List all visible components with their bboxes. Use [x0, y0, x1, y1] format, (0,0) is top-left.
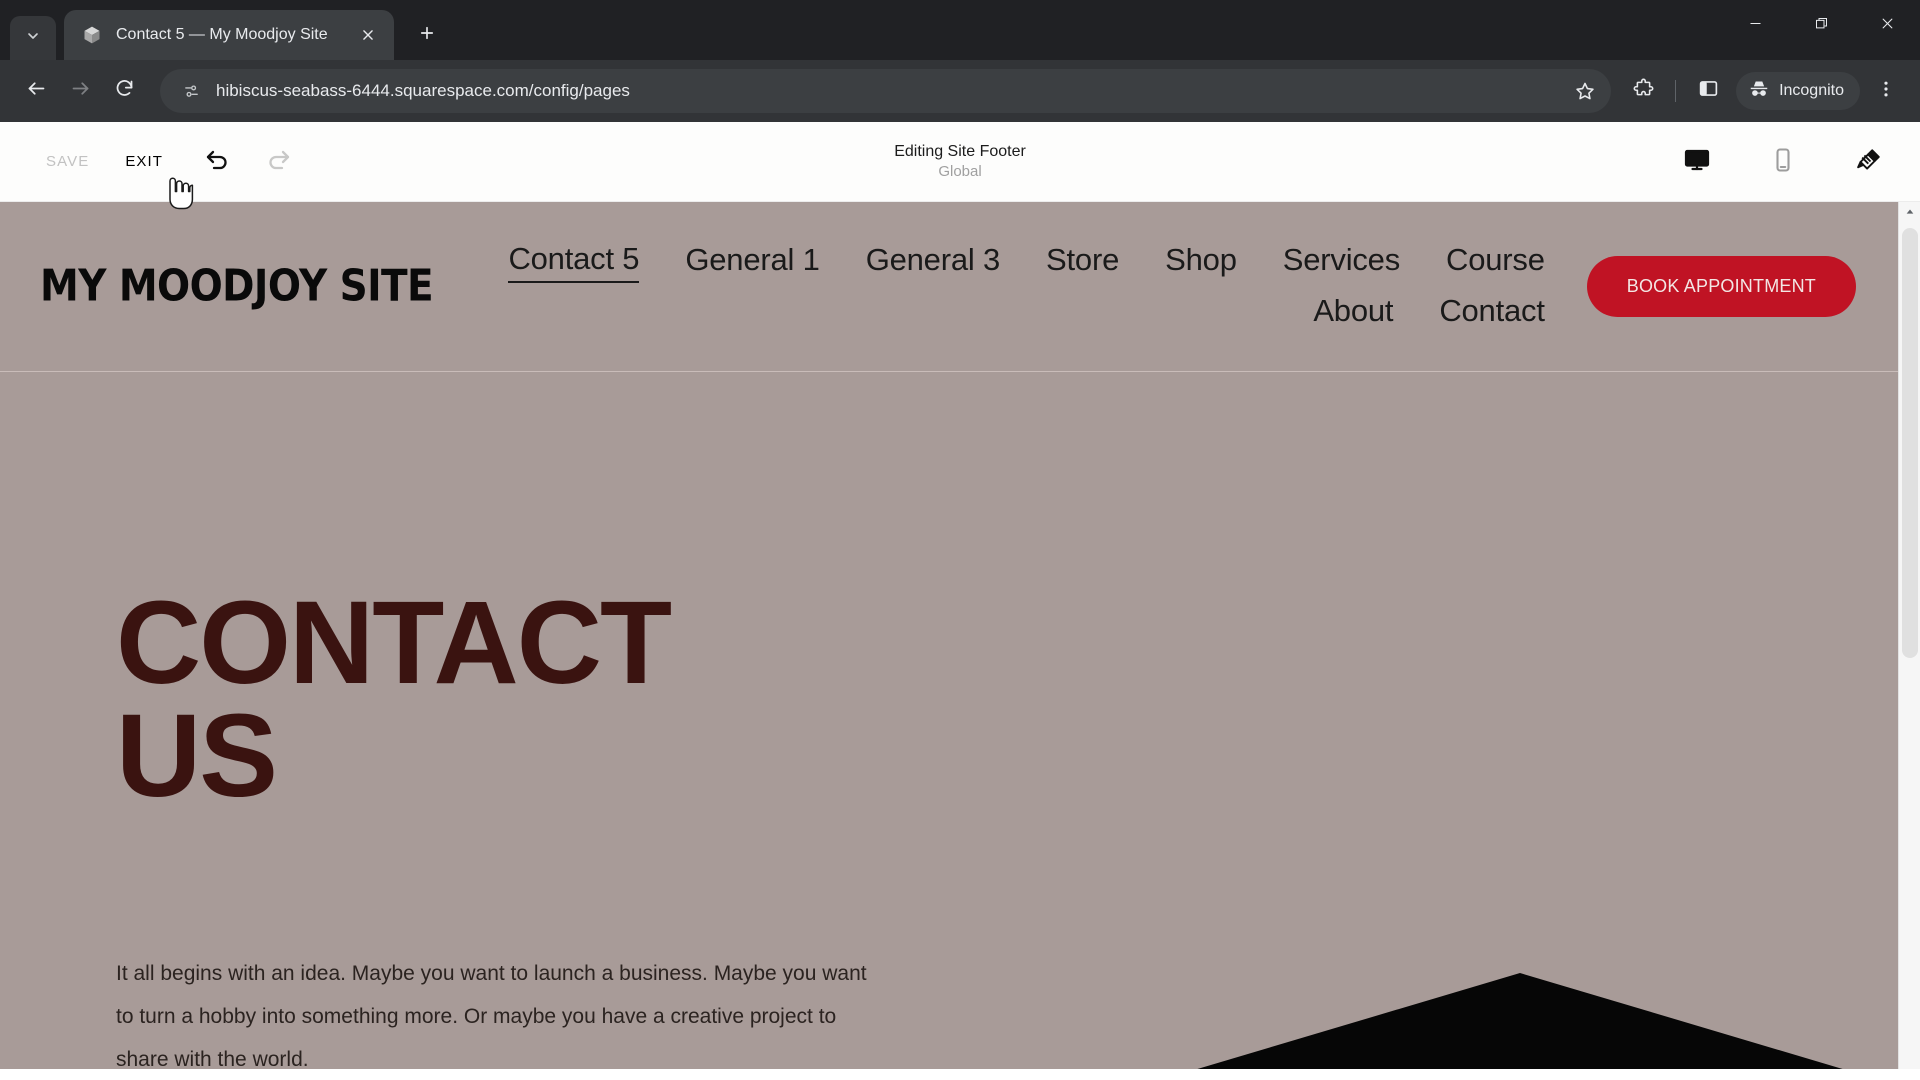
nav-item-general-1[interactable]: General 1 [685, 242, 820, 282]
hero-paragraph: It all begins with an idea. Maybe you wa… [116, 962, 867, 1069]
url-input[interactable] [216, 81, 1568, 101]
paintbrush-icon [1855, 146, 1883, 177]
browser-tab[interactable]: Contact 5 — My Moodjoy Site [64, 10, 394, 60]
page-title-line-2: US [116, 690, 278, 823]
undo-arrow-icon [204, 146, 232, 177]
nav-item-services[interactable]: Services [1283, 242, 1400, 282]
site-styles-button[interactable] [1846, 139, 1892, 185]
window-minimize-button[interactable] [1722, 0, 1788, 52]
reload-icon [114, 78, 135, 104]
address-bar[interactable] [160, 69, 1612, 113]
plus-icon [418, 24, 436, 47]
desktop-view-button[interactable] [1674, 139, 1720, 185]
site-body: CONTACT US It all begins with an idea. M… [0, 372, 1920, 1069]
redo-button[interactable] [255, 139, 301, 185]
page-scrollbar[interactable] [1898, 202, 1920, 1069]
ceiling-shape-right [1520, 973, 1856, 1069]
squarespace-editor-toolbar: SAVE EXIT Editing Site Footer Global [0, 122, 1920, 210]
reload-button[interactable] [102, 69, 146, 113]
side-panel-icon [1698, 78, 1719, 104]
incognito-profile-button[interactable]: Incognito [1736, 72, 1860, 110]
puzzle-piece-icon [1633, 78, 1654, 104]
mobile-view-button[interactable] [1760, 139, 1806, 185]
nav-item-general-3[interactable]: General 3 [866, 242, 1001, 282]
nav-item-course[interactable]: Course [1446, 242, 1545, 282]
window-controls [1722, 0, 1920, 52]
ceiling-shape-left [1184, 973, 1520, 1069]
maximize-restore-icon [1814, 16, 1829, 36]
arrow-right-icon [70, 78, 91, 104]
exit-button[interactable]: EXIT [107, 145, 181, 178]
three-dots-vertical-icon [1876, 79, 1896, 104]
site-header: MY MOODJOY SITE Contact 5 General 1 Gene… [0, 202, 1920, 372]
minimize-icon [1748, 16, 1763, 36]
arrow-left-icon [26, 78, 47, 104]
site-preview: MY MOODJOY SITE Contact 5 General 1 Gene… [0, 202, 1920, 1069]
extensions-button[interactable] [1621, 69, 1665, 113]
forward-button[interactable] [58, 69, 102, 113]
page-title: CONTACT US [116, 584, 672, 815]
nav-item-contact[interactable]: Contact [1439, 293, 1545, 333]
save-button[interactable]: SAVE [28, 145, 107, 178]
undo-button[interactable] [195, 139, 241, 185]
site-navigation: Contact 5 General 1 General 3 Store Shop… [433, 241, 1575, 333]
site-info-icon[interactable] [176, 76, 206, 106]
chrome-menu-button[interactable] [1866, 71, 1906, 111]
nav-item-store[interactable]: Store [1046, 242, 1119, 282]
editor-toolbar-left: SAVE EXIT [0, 139, 301, 185]
incognito-icon [1748, 78, 1779, 105]
window-maximize-button[interactable] [1788, 0, 1854, 52]
tab-strip: Contact 5 — My Moodjoy Site [0, 0, 1920, 60]
scrollbar-up-arrow[interactable] [1899, 202, 1920, 224]
chevron-up-icon [1905, 204, 1915, 222]
squarespace-cube-favicon [82, 25, 102, 45]
window-close-button[interactable] [1854, 0, 1920, 52]
desktop-monitor-icon [1683, 146, 1711, 177]
browser-window: Contact 5 — My Moodjoy Site hibiscus-sea… [0, 0, 1920, 122]
bookmark-star-icon[interactable] [1567, 73, 1603, 109]
new-tab-button[interactable] [408, 16, 446, 54]
tab-title: Contact 5 — My Moodjoy Site [116, 26, 328, 43]
redo-arrow-icon [264, 146, 292, 177]
mobile-phone-icon [1769, 146, 1797, 177]
book-appointment-button[interactable]: BOOK APPOINTMENT [1586, 256, 1856, 317]
nav-item-about[interactable]: About [1313, 293, 1393, 333]
site-logo[interactable]: MY MOODJOY SITE [40, 261, 434, 311]
page-title-line-1: CONTACT [116, 577, 672, 709]
nav-item-shop[interactable]: Shop [1165, 242, 1237, 282]
editing-scope: Global [938, 163, 982, 181]
back-button[interactable] [14, 69, 58, 113]
incognito-label: Incognito [1779, 82, 1844, 99]
toolbar-divider [1675, 80, 1677, 102]
scrollbar-thumb[interactable] [1902, 228, 1918, 658]
close-icon [1880, 16, 1895, 36]
browser-toolbar: Incognito [0, 60, 1920, 122]
hero-image [1184, 973, 1856, 1069]
chevron-down-icon [25, 28, 41, 49]
side-panel-button[interactable] [1686, 69, 1730, 113]
editor-toolbar-right [1674, 139, 1920, 185]
tab-close-icon[interactable] [354, 21, 382, 49]
editing-title: Editing Site Footer [894, 142, 1026, 160]
tab-search-button[interactable] [10, 16, 56, 60]
nav-item-contact-5[interactable]: Contact 5 [508, 241, 640, 283]
